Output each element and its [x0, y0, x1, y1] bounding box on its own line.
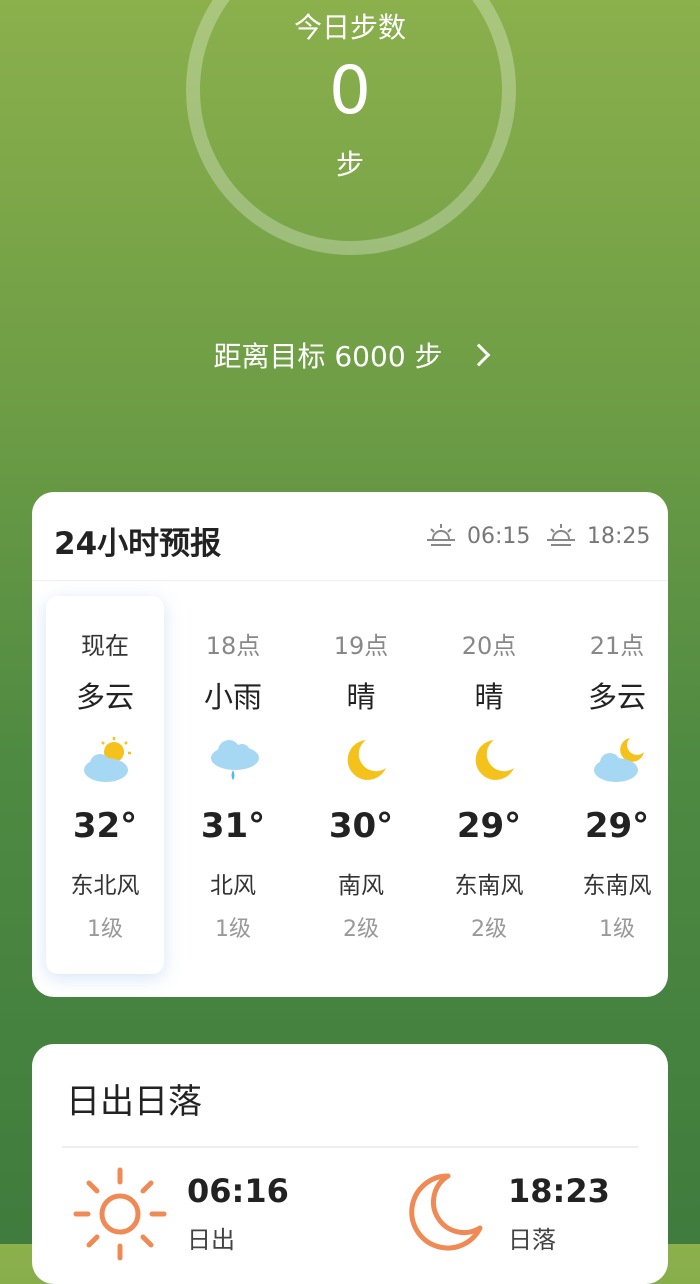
- steps-unit: 步: [335, 148, 364, 181]
- hour-temp: 29°: [456, 806, 522, 846]
- sunrise-icon: [427, 524, 455, 546]
- hour-temp: 30°: [328, 806, 394, 846]
- moon-icon: [347, 740, 386, 780]
- hour-wind-level: 1级: [87, 917, 123, 942]
- hour-condition: 小雨: [203, 680, 262, 714]
- hour-wind-level: 2级: [471, 917, 507, 942]
- hour-item[interactable]: 18点 小雨 31° 北风 1级: [174, 596, 292, 974]
- rain-icon: [211, 740, 259, 780]
- hour-temp: 31°: [200, 806, 266, 846]
- hour-wind-level: 2级: [343, 917, 379, 942]
- forecast-card: 24小时预报 06:15 18:25 现在 多云 32° 东北风 1级 18点 …: [32, 492, 668, 997]
- hour-wind-level: 1级: [215, 917, 251, 942]
- sunrise-time-value: 06:16: [187, 1172, 289, 1210]
- steps-title: 今日步数: [293, 11, 406, 44]
- sunset-time: 18:25: [587, 524, 651, 549]
- hour-item[interactable]: 现在 多云 32° 东北风 1级: [46, 596, 164, 974]
- forecast-title: 24小时预报: [54, 526, 222, 562]
- hour-wind-level: 1级: [599, 917, 635, 942]
- forecast-header: 24小时预报 06:15 18:25: [32, 492, 668, 581]
- sunrise-sunset-card: 日出日落 06:16 日出 18:23 日落: [32, 1044, 668, 1284]
- hour-wind: 东南风: [454, 873, 524, 899]
- hour-wind: 东南风: [582, 873, 652, 899]
- moon-icon: [475, 740, 514, 780]
- sunrise-time: 06:15: [467, 524, 531, 549]
- hour-item[interactable]: 19点 晴 30° 南风 2级: [302, 596, 420, 974]
- goal-text: 距离目标 6000 步: [213, 340, 443, 373]
- sun-icon: [73, 1167, 167, 1261]
- hour-wind: 南风: [338, 873, 384, 899]
- hour-temp: 29°: [584, 806, 650, 846]
- hour-time: 19点: [333, 632, 389, 660]
- hour-wind: 东北风: [70, 873, 140, 899]
- hour-condition: 晴: [346, 680, 376, 714]
- sunrise-label: 日出: [187, 1226, 235, 1254]
- steps-count: 0: [329, 52, 371, 129]
- hour-time: 现在: [81, 632, 129, 660]
- sunrise-sunset-title: 日出日落: [66, 1082, 202, 1122]
- chevron-right-icon: [467, 343, 490, 367]
- hour-condition: 多云: [75, 680, 134, 714]
- partly-cloudy-icon: [84, 737, 131, 782]
- hour-item[interactable]: 20点 晴 29° 东南风 2级: [430, 596, 548, 974]
- moon-outline-icon: [409, 1173, 483, 1251]
- goal-link[interactable]: 距离目标 6000 步: [0, 335, 700, 375]
- hour-condition: 多云: [587, 680, 646, 714]
- hour-wind: 北风: [210, 873, 256, 899]
- sunset-icon: [547, 524, 575, 546]
- hour-time: 21点: [589, 632, 645, 660]
- hourly-forecast-list[interactable]: 现在 多云 32° 东北风 1级 18点 小雨 31° 北风 1级 19点 晴 …: [32, 596, 668, 976]
- hour-time: 20点: [461, 632, 517, 660]
- divider: [62, 1146, 638, 1148]
- cloudy-night-icon: [594, 738, 644, 782]
- hour-condition: 晴: [474, 680, 504, 714]
- sunset-time-value: 18:23: [508, 1172, 610, 1210]
- hour-time: 18点: [205, 632, 261, 660]
- hour-item[interactable]: 21点 多云 29° 东南风 1级: [558, 596, 668, 974]
- sunset-label: 日落: [508, 1226, 556, 1254]
- hour-temp: 32°: [72, 806, 138, 846]
